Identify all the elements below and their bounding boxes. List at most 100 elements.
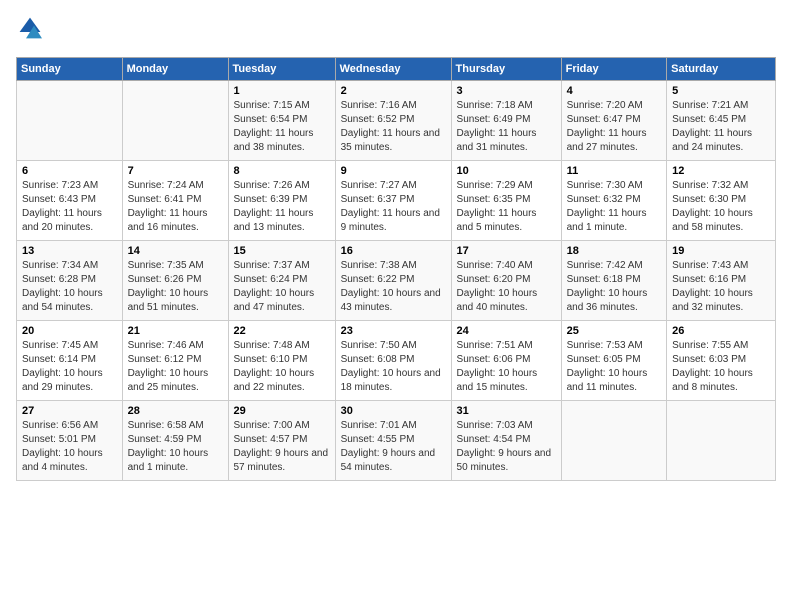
day-info: Sunrise: 7:26 AM Sunset: 6:39 PM Dayligh… bbox=[234, 179, 330, 235]
calendar-cell: 4 Sunrise: 7:20 AM Sunset: 6:47 PM Daylig… bbox=[561, 81, 667, 161]
day-info: Sunrise: 7:30 AM Sunset: 6:32 PM Dayligh… bbox=[567, 179, 662, 235]
day-number: 20 bbox=[22, 325, 117, 337]
day-info: Sunrise: 7:15 AM Sunset: 6:54 PM Dayligh… bbox=[234, 99, 330, 155]
calendar-cell: 14 Sunrise: 7:35 AM Sunset: 6:26 PM Dayli… bbox=[122, 241, 228, 321]
day-number: 9 bbox=[341, 165, 446, 177]
day-info: Sunrise: 6:56 AM Sunset: 5:01 PM Dayligh… bbox=[22, 419, 117, 475]
calendar-cell: 26 Sunrise: 7:55 AM Sunset: 6:03 PM Dayli… bbox=[667, 321, 776, 401]
calendar-cell: 28 Sunrise: 6:58 AM Sunset: 4:59 PM Dayli… bbox=[122, 401, 228, 481]
day-number: 5 bbox=[672, 85, 770, 97]
day-info: Sunrise: 7:27 AM Sunset: 6:37 PM Dayligh… bbox=[341, 179, 446, 235]
day-number: 22 bbox=[234, 325, 330, 337]
calendar-cell: 27 Sunrise: 6:56 AM Sunset: 5:01 PM Dayli… bbox=[17, 401, 123, 481]
calendar-cell: 9 Sunrise: 7:27 AM Sunset: 6:37 PM Daylig… bbox=[335, 161, 451, 241]
day-number: 30 bbox=[341, 405, 446, 417]
day-info: Sunrise: 7:32 AM Sunset: 6:30 PM Dayligh… bbox=[672, 179, 770, 235]
day-number: 3 bbox=[457, 85, 556, 97]
column-header-saturday: Saturday bbox=[667, 58, 776, 81]
day-number: 19 bbox=[672, 245, 770, 257]
calendar-cell bbox=[122, 81, 228, 161]
column-header-tuesday: Tuesday bbox=[228, 58, 335, 81]
calendar-cell: 7 Sunrise: 7:24 AM Sunset: 6:41 PM Daylig… bbox=[122, 161, 228, 241]
day-number: 29 bbox=[234, 405, 330, 417]
calendar-cell: 22 Sunrise: 7:48 AM Sunset: 6:10 PM Dayli… bbox=[228, 321, 335, 401]
calendar-cell: 29 Sunrise: 7:00 AM Sunset: 4:57 PM Dayli… bbox=[228, 401, 335, 481]
calendar-cell: 24Sunrise: 7:51 AM Sunset: 6:06 PM Dayli… bbox=[451, 321, 561, 401]
day-info: Sunrise: 7:34 AM Sunset: 6:28 PM Dayligh… bbox=[22, 259, 117, 315]
calendar-cell: 25 Sunrise: 7:53 AM Sunset: 6:05 PM Dayli… bbox=[561, 321, 667, 401]
calendar-week-row: 27 Sunrise: 6:56 AM Sunset: 5:01 PM Dayli… bbox=[17, 401, 776, 481]
column-header-monday: Monday bbox=[122, 58, 228, 81]
day-info: Sunrise: 7:53 AM Sunset: 6:05 PM Dayligh… bbox=[567, 339, 662, 395]
day-info: Sunrise: 7:48 AM Sunset: 6:10 PM Dayligh… bbox=[234, 339, 330, 395]
calendar-cell: 20 Sunrise: 7:45 AM Sunset: 6:14 PM Dayli… bbox=[17, 321, 123, 401]
day-number: 26 bbox=[672, 325, 770, 337]
calendar-cell: 19 Sunrise: 7:43 AM Sunset: 6:16 PM Dayli… bbox=[667, 241, 776, 321]
calendar-week-row: 13 Sunrise: 7:34 AM Sunset: 6:28 PM Dayli… bbox=[17, 241, 776, 321]
day-info: Sunrise: 7:24 AM Sunset: 6:41 PM Dayligh… bbox=[128, 179, 223, 235]
calendar-cell: 2 Sunrise: 7:16 AM Sunset: 6:52 PM Daylig… bbox=[335, 81, 451, 161]
day-info: Sunrise: 7:00 AM Sunset: 4:57 PM Dayligh… bbox=[234, 419, 330, 475]
day-info: Sunrise: 7:21 AM Sunset: 6:45 PM Dayligh… bbox=[672, 99, 770, 155]
day-number: 21 bbox=[128, 325, 223, 337]
calendar-week-row: 6 Sunrise: 7:23 AM Sunset: 6:43 PM Daylig… bbox=[17, 161, 776, 241]
day-number: 1 bbox=[234, 85, 330, 97]
column-header-friday: Friday bbox=[561, 58, 667, 81]
day-info: Sunrise: 7:29 AM Sunset: 6:35 PM Dayligh… bbox=[457, 179, 556, 235]
day-number: 14 bbox=[128, 245, 223, 257]
day-number: 27 bbox=[22, 405, 117, 417]
day-number: 2 bbox=[341, 85, 446, 97]
calendar-cell: 8Sunrise: 7:26 AM Sunset: 6:39 PM Daylig… bbox=[228, 161, 335, 241]
day-number: 13 bbox=[22, 245, 117, 257]
day-number: 7 bbox=[128, 165, 223, 177]
day-info: Sunrise: 7:46 AM Sunset: 6:12 PM Dayligh… bbox=[128, 339, 223, 395]
day-info: Sunrise: 7:37 AM Sunset: 6:24 PM Dayligh… bbox=[234, 259, 330, 315]
calendar-cell bbox=[667, 401, 776, 481]
day-info: Sunrise: 7:40 AM Sunset: 6:20 PM Dayligh… bbox=[457, 259, 556, 315]
day-number: 25 bbox=[567, 325, 662, 337]
day-info: Sunrise: 7:20 AM Sunset: 6:47 PM Dayligh… bbox=[567, 99, 662, 155]
day-number: 31 bbox=[457, 405, 556, 417]
day-info: Sunrise: 7:45 AM Sunset: 6:14 PM Dayligh… bbox=[22, 339, 117, 395]
day-number: 18 bbox=[567, 245, 662, 257]
day-info: Sunrise: 7:16 AM Sunset: 6:52 PM Dayligh… bbox=[341, 99, 446, 155]
calendar-cell: 11 Sunrise: 7:30 AM Sunset: 6:32 PM Dayli… bbox=[561, 161, 667, 241]
day-info: Sunrise: 7:42 AM Sunset: 6:18 PM Dayligh… bbox=[567, 259, 662, 315]
day-number: 10 bbox=[457, 165, 556, 177]
day-info: Sunrise: 7:18 AM Sunset: 6:49 PM Dayligh… bbox=[457, 99, 556, 155]
day-number: 11 bbox=[567, 165, 662, 177]
day-number: 15 bbox=[234, 245, 330, 257]
day-number: 28 bbox=[128, 405, 223, 417]
column-header-wednesday: Wednesday bbox=[335, 58, 451, 81]
day-info: Sunrise: 7:35 AM Sunset: 6:26 PM Dayligh… bbox=[128, 259, 223, 315]
day-info: Sunrise: 6:58 AM Sunset: 4:59 PM Dayligh… bbox=[128, 419, 223, 475]
day-number: 4 bbox=[567, 85, 662, 97]
calendar-cell: 12 Sunrise: 7:32 AM Sunset: 6:30 PM Dayli… bbox=[667, 161, 776, 241]
day-number: 16 bbox=[341, 245, 446, 257]
calendar-cell: 6 Sunrise: 7:23 AM Sunset: 6:43 PM Daylig… bbox=[17, 161, 123, 241]
calendar-cell: 15 Sunrise: 7:37 AM Sunset: 6:24 PM Dayli… bbox=[228, 241, 335, 321]
column-header-thursday: Thursday bbox=[451, 58, 561, 81]
day-info: Sunrise: 7:55 AM Sunset: 6:03 PM Dayligh… bbox=[672, 339, 770, 395]
day-number: 6 bbox=[22, 165, 117, 177]
calendar-cell: 16Sunrise: 7:38 AM Sunset: 6:22 PM Dayli… bbox=[335, 241, 451, 321]
day-number: 17 bbox=[457, 245, 556, 257]
calendar-cell: 30 Sunrise: 7:01 AM Sunset: 4:55 PM Dayli… bbox=[335, 401, 451, 481]
calendar-week-row: 1 Sunrise: 7:15 AM Sunset: 6:54 PM Daylig… bbox=[17, 81, 776, 161]
day-number: 12 bbox=[672, 165, 770, 177]
day-info: Sunrise: 7:51 AM Sunset: 6:06 PM Dayligh… bbox=[457, 339, 556, 395]
calendar-cell: 10 Sunrise: 7:29 AM Sunset: 6:35 PM Dayli… bbox=[451, 161, 561, 241]
day-info: Sunrise: 7:23 AM Sunset: 6:43 PM Dayligh… bbox=[22, 179, 117, 235]
calendar-cell: 21 Sunrise: 7:46 AM Sunset: 6:12 PM Dayli… bbox=[122, 321, 228, 401]
day-info: Sunrise: 7:01 AM Sunset: 4:55 PM Dayligh… bbox=[341, 419, 446, 475]
day-info: Sunrise: 7:50 AM Sunset: 6:08 PM Dayligh… bbox=[341, 339, 446, 395]
page-header bbox=[16, 16, 776, 45]
calendar-week-row: 20 Sunrise: 7:45 AM Sunset: 6:14 PM Dayli… bbox=[17, 321, 776, 401]
calendar-cell: 17 Sunrise: 7:40 AM Sunset: 6:20 PM Dayli… bbox=[451, 241, 561, 321]
column-header-sunday: Sunday bbox=[17, 58, 123, 81]
calendar-table: SundayMondayTuesdayWednesdayThursdayFrid… bbox=[16, 57, 776, 481]
day-info: Sunrise: 7:03 AM Sunset: 4:54 PM Dayligh… bbox=[457, 419, 556, 475]
calendar-cell: 1 Sunrise: 7:15 AM Sunset: 6:54 PM Daylig… bbox=[228, 81, 335, 161]
day-info: Sunrise: 7:43 AM Sunset: 6:16 PM Dayligh… bbox=[672, 259, 770, 315]
calendar-cell: 13 Sunrise: 7:34 AM Sunset: 6:28 PM Dayli… bbox=[17, 241, 123, 321]
